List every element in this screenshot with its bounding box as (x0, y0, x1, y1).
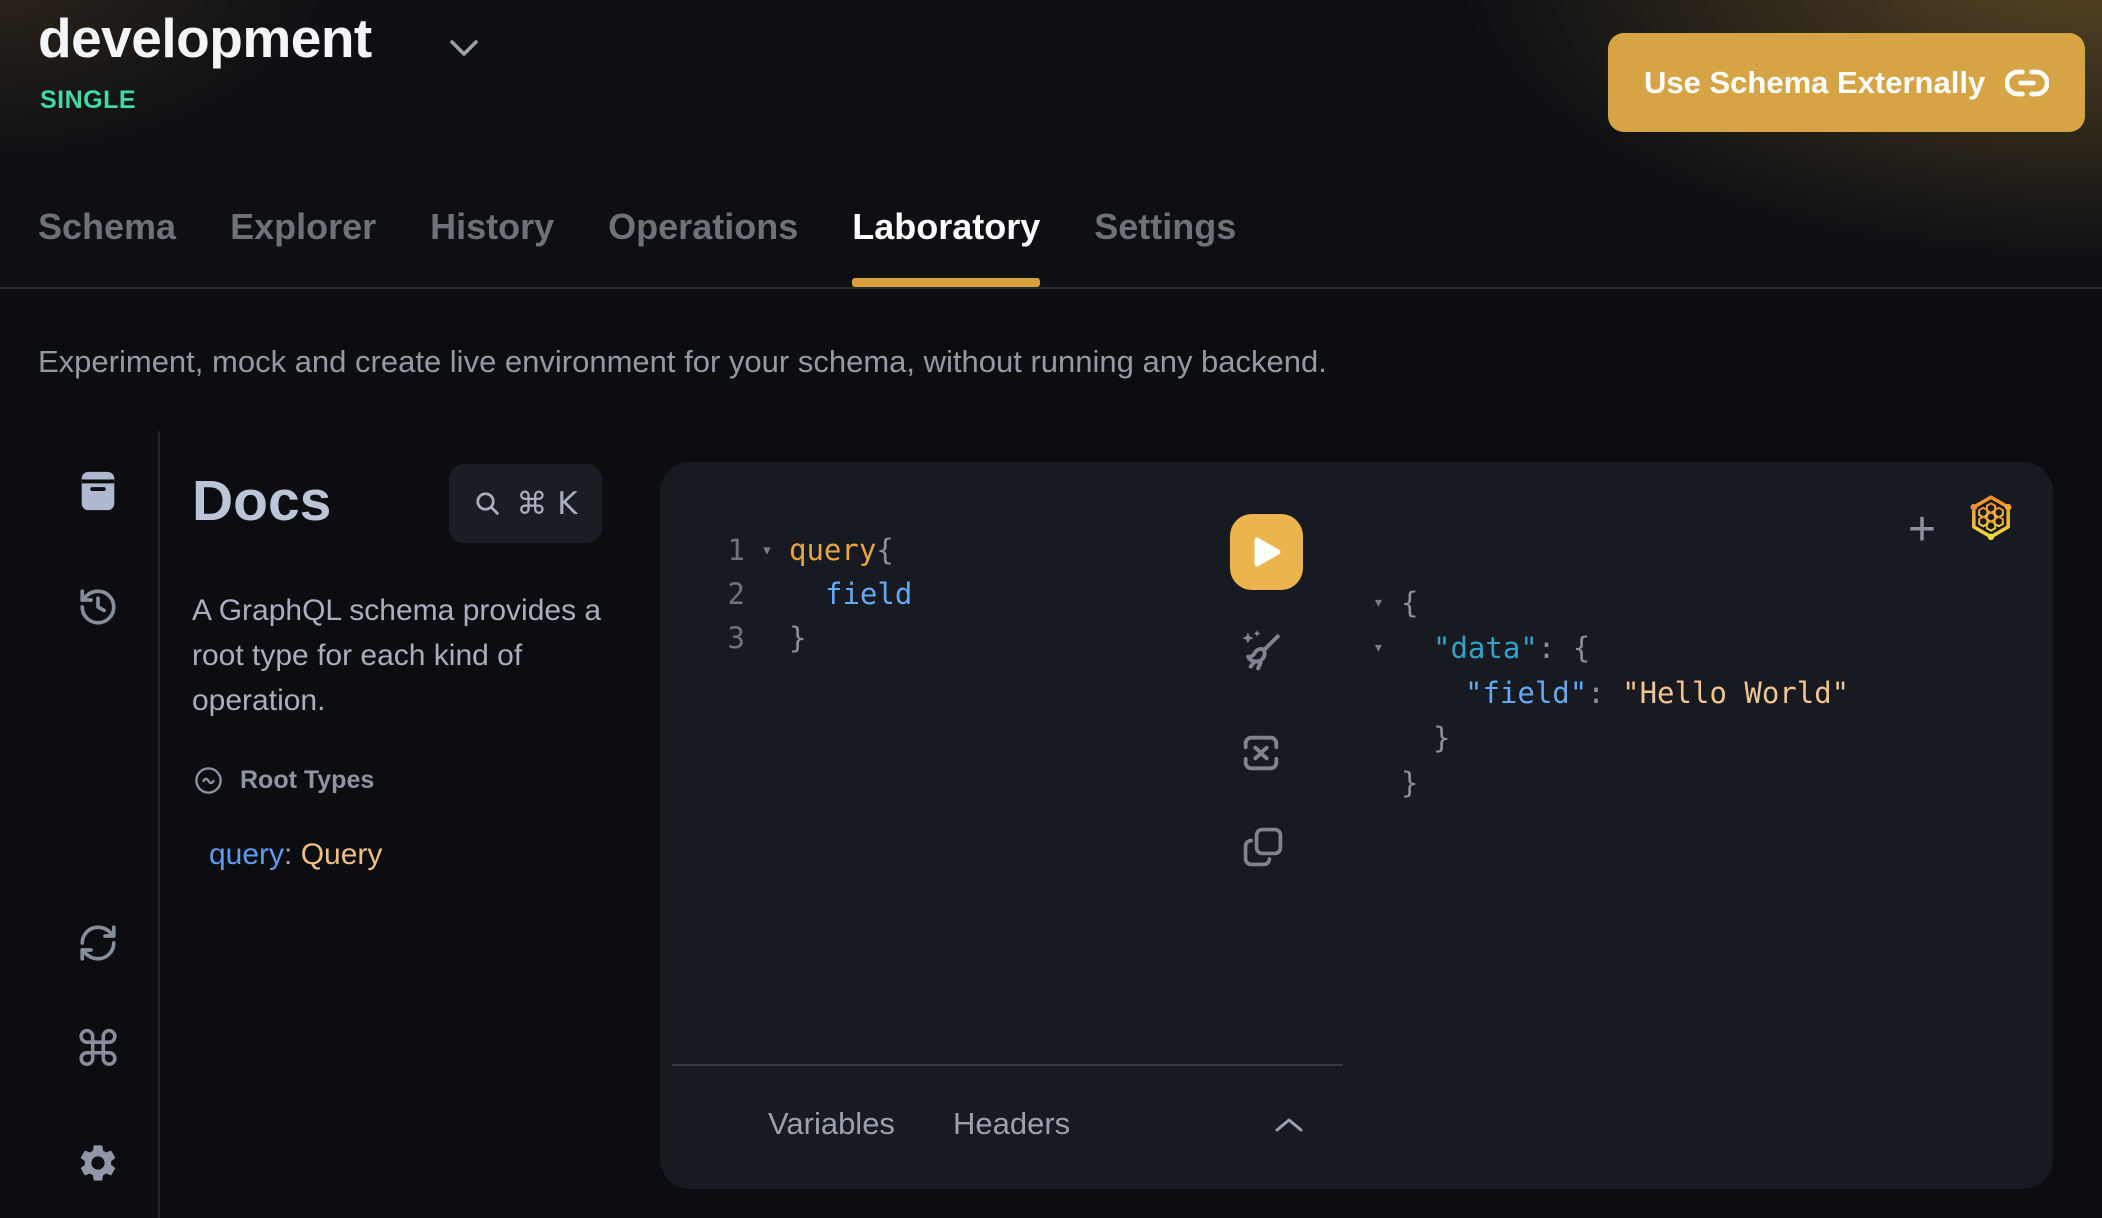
fold-arrow-icon[interactable]: ▾ (1373, 637, 1401, 658)
fold-arrow-icon[interactable]: ▾ (745, 539, 789, 561)
response-line: ▾ "data": { (1373, 625, 1849, 670)
graphiql-panel: 1 ▾ query{ 2 field 3 } (660, 462, 2053, 1189)
response-viewer: ▾ { ▾ "data": { "field": "Hello World" }… (1373, 580, 1849, 805)
root-type-name[interactable]: query (209, 838, 284, 871)
add-tab-button[interactable]: + (1894, 502, 1950, 558)
code-text: field (789, 577, 912, 611)
root-types-label: Root Types (240, 766, 374, 795)
root-types-icon (193, 765, 224, 796)
docs-search-button[interactable]: ⌘ K (449, 464, 602, 543)
page-tabs: Schema Explorer History Operations Labor… (38, 198, 1236, 287)
project-type-badge: SINGLE (40, 86, 136, 115)
editor-line: 3 } (660, 616, 912, 660)
history-icon[interactable] (75, 584, 121, 630)
laboratory-page: development SINGLE Use Schema Externally… (0, 0, 2102, 1218)
code-text: } (789, 621, 806, 655)
editor-line: 1 ▾ query{ (660, 528, 912, 572)
merge-fragments-icon[interactable] (1238, 730, 1284, 776)
tab-laboratory[interactable]: Laboratory (852, 198, 1040, 287)
sidebar-divider (158, 431, 160, 1218)
variables-tab[interactable]: Variables (768, 1106, 895, 1142)
tab-settings[interactable]: Settings (1094, 198, 1236, 287)
docs-description: A GraphQL schema provides a root type fo… (192, 588, 644, 723)
keyboard-shortcuts-icon[interactable]: ⌘ (75, 1026, 121, 1072)
execute-query-button[interactable] (1230, 514, 1303, 590)
hive-logo-icon[interactable] (1966, 492, 2016, 542)
settings-gear-icon[interactable] (75, 1140, 121, 1186)
use-schema-externally-label: Use Schema Externally (1644, 65, 1985, 101)
page-header: development SINGLE Use Schema Externally… (0, 0, 2102, 289)
project-switcher-chevron-icon[interactable] (448, 38, 480, 60)
code-text: query{ (789, 533, 894, 567)
fold-arrow-icon[interactable]: ▾ (1373, 592, 1401, 613)
play-icon (1253, 536, 1281, 568)
use-schema-externally-button[interactable]: Use Schema Externally (1608, 33, 2085, 132)
root-type-value[interactable]: Query (301, 838, 383, 871)
root-type-separator: : (284, 838, 301, 871)
search-shortcut-label: ⌘ K (516, 486, 577, 522)
response-line: "field": "Hello World" (1373, 670, 1849, 715)
tab-explorer[interactable]: Explorer (230, 198, 376, 287)
query-editor[interactable]: 1 ▾ query{ 2 field 3 } (660, 528, 912, 660)
docs-panel-title: Docs (192, 468, 331, 534)
response-line: } (1373, 715, 1849, 760)
page-subtitle: Experiment, mock and create live environ… (38, 344, 1327, 380)
response-line: ▾ { (1373, 580, 1849, 625)
prettify-query-icon[interactable] (1234, 626, 1286, 678)
tab-history[interactable]: History (430, 198, 554, 287)
editor-line: 2 field (660, 572, 912, 616)
root-types-section: Root Types (193, 765, 374, 796)
tab-schema[interactable]: Schema (38, 198, 176, 287)
response-line: } (1373, 760, 1849, 805)
chevron-up-icon (1274, 1116, 1304, 1134)
line-number: 3 (660, 621, 745, 655)
headers-tab[interactable]: Headers (953, 1106, 1070, 1142)
link-icon (2005, 67, 2049, 99)
docs-book-icon[interactable] (75, 468, 121, 514)
editor-bottom-divider (672, 1064, 1343, 1066)
search-icon (473, 489, 503, 519)
project-title[interactable]: development (38, 6, 372, 70)
line-number: 2 (660, 577, 745, 611)
copy-query-icon[interactable] (1240, 824, 1286, 870)
collapse-panel-button[interactable] (1274, 1110, 1314, 1140)
line-number: 1 (660, 533, 745, 567)
reload-schema-icon[interactable] (75, 920, 121, 966)
tab-operations[interactable]: Operations (608, 198, 798, 287)
root-type-query-link[interactable]: query: Query (209, 838, 382, 872)
